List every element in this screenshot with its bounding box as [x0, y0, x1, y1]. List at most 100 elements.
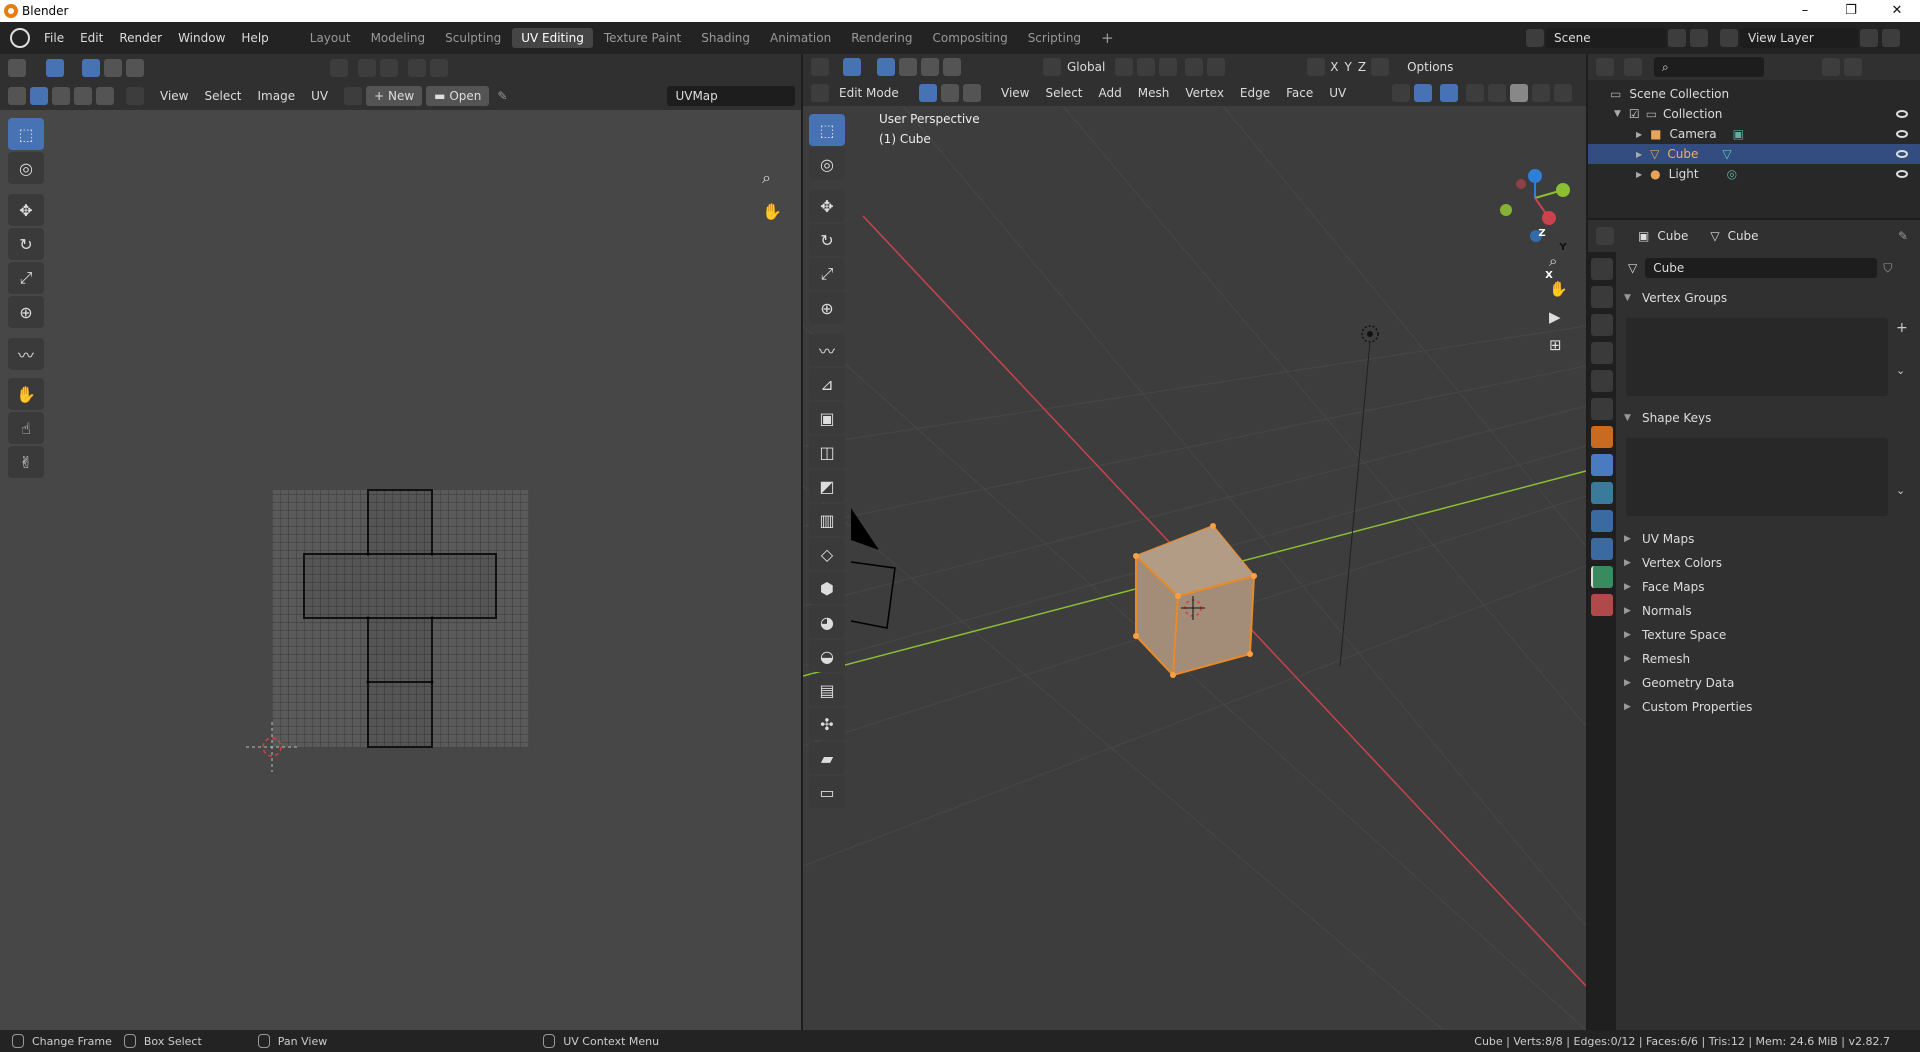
- vp-measure-tool-icon[interactable]: ⊿: [809, 368, 845, 400]
- orientation-icon[interactable]: [1043, 58, 1061, 76]
- expand-icon[interactable]: ▶: [1636, 170, 1642, 179]
- tab-sculpting[interactable]: Sculpting: [436, 28, 510, 48]
- output-tab-icon[interactable]: [1591, 314, 1613, 336]
- vp-poly-build-tool-icon[interactable]: ⬢: [809, 572, 845, 604]
- pivot-icon[interactable]: [1115, 58, 1134, 76]
- material-tab-icon[interactable]: [1591, 594, 1613, 616]
- editor-type-icon[interactable]: [8, 59, 26, 77]
- auto-merge-icon[interactable]: [1371, 58, 1390, 76]
- visibility-eye-icon[interactable]: [1896, 130, 1908, 138]
- select-mode-extend-icon[interactable]: [104, 59, 122, 77]
- viewport-mode-subtract-icon[interactable]: [921, 58, 939, 76]
- vp-menu-select[interactable]: Select: [1037, 86, 1090, 100]
- shading-material-icon[interactable]: [1532, 84, 1551, 102]
- pin-icon[interactable]: ✎: [497, 89, 507, 103]
- vp-menu-view[interactable]: View: [993, 86, 1037, 100]
- panel-vertex-groups[interactable]: ▼ Vertex Groups: [1616, 286, 1920, 310]
- new-view-layer-icon[interactable]: [1860, 29, 1878, 47]
- light-data-icon[interactable]: ◎: [1727, 167, 1737, 181]
- vp-menu-mesh[interactable]: Mesh: [1130, 86, 1178, 100]
- mesh-data-icon[interactable]: ▽: [1722, 147, 1731, 161]
- vp-menu-vertex[interactable]: Vertex: [1177, 86, 1232, 100]
- face-select-icon[interactable]: [74, 87, 92, 105]
- vertex-select-icon[interactable]: [30, 87, 48, 105]
- falloff-icon[interactable]: [430, 59, 448, 77]
- fake-user-shield-icon[interactable]: ⛉: [1883, 261, 1892, 276]
- edge-mode-icon[interactable]: [941, 84, 959, 102]
- uv-select-box-tool-icon[interactable]: ⬚: [8, 118, 44, 150]
- outliner-display-mode-icon[interactable]: [1624, 58, 1642, 76]
- maximize-button[interactable]: ❐: [1828, 0, 1874, 22]
- visibility-icon[interactable]: [1392, 84, 1411, 102]
- xray-icon[interactable]: [1466, 84, 1485, 102]
- panel-remesh[interactable]: ▶ Remesh: [1616, 647, 1920, 671]
- vp-camera-view-icon[interactable]: ▶: [1549, 308, 1561, 326]
- vp-menu-add[interactable]: Add: [1091, 86, 1130, 100]
- panel-shape-keys[interactable]: ▼ Shape Keys: [1616, 406, 1920, 430]
- sticky-select-icon[interactable]: [126, 87, 144, 105]
- viewport-editor-type-icon[interactable]: [811, 58, 829, 76]
- vp-menu-face[interactable]: Face: [1278, 86, 1321, 100]
- vp-shrink-fatten-tool-icon[interactable]: ✣: [809, 708, 845, 740]
- vp-spin-tool-icon[interactable]: ◕: [809, 606, 845, 638]
- tab-modeling[interactable]: Modeling: [362, 28, 435, 48]
- uvmap-field[interactable]: UVMap: [667, 86, 796, 106]
- vp-bevel-tool-icon[interactable]: ◩: [809, 470, 845, 502]
- edge-select-icon[interactable]: [52, 87, 70, 105]
- vp-rotate-tool-icon[interactable]: ↻: [809, 224, 845, 256]
- modifiers-tab-icon[interactable]: [1591, 454, 1613, 476]
- vertex-mode-icon[interactable]: [919, 84, 937, 102]
- outliner-row-cube[interactable]: ▶ ▽ Cube ▽: [1588, 144, 1920, 164]
- orientation-dropdown[interactable]: Global: [1063, 60, 1109, 74]
- vp-inset-tool-icon[interactable]: ◫: [809, 436, 845, 468]
- delete-view-layer-icon[interactable]: [1882, 29, 1900, 47]
- breadcrumb-data[interactable]: Cube: [1720, 229, 1767, 243]
- face-mode-icon[interactable]: [963, 84, 981, 102]
- outliner-search-input[interactable]: ⌕: [1654, 57, 1764, 77]
- cube-object[interactable]: [1133, 523, 1257, 678]
- mesh-data-name-field[interactable]: Cube: [1645, 258, 1878, 278]
- minimize-button[interactable]: –: [1782, 0, 1828, 22]
- outliner-filter-icon[interactable]: [1822, 58, 1840, 76]
- particles-tab-icon[interactable]: [1591, 482, 1613, 504]
- vp-loop-cut-tool-icon[interactable]: ▥: [809, 504, 845, 536]
- outliner-row-light[interactable]: ▶ ● Light ◎: [1588, 164, 1920, 184]
- panel-vertex-colors[interactable]: ▶ Vertex Colors: [1616, 551, 1920, 575]
- render-tab-icon[interactable]: [1591, 286, 1613, 308]
- tab-texture-paint[interactable]: Texture Paint: [595, 28, 690, 48]
- object-tab-icon[interactable]: [1591, 426, 1613, 448]
- camera-object[interactable]: [850, 508, 896, 629]
- vertex-groups-list[interactable]: [1626, 318, 1888, 396]
- gizmo-z-icon[interactable]: [1528, 169, 1542, 183]
- properties-pin-icon[interactable]: ✎: [1898, 229, 1908, 243]
- camera-data-icon[interactable]: ▣: [1733, 127, 1744, 141]
- uv-menu-select[interactable]: Select: [196, 89, 249, 103]
- world-tab-icon[interactable]: [1591, 398, 1613, 420]
- viewport-select-tool-icon[interactable]: [843, 58, 861, 76]
- uv-annotate-tool-icon[interactable]: 〰: [8, 338, 44, 370]
- mirror-x-toggle[interactable]: X: [1327, 60, 1341, 74]
- mirror-z-toggle[interactable]: Z: [1355, 60, 1369, 74]
- add-workspace-button[interactable]: +: [1092, 28, 1123, 48]
- snap-toggle-icon[interactable]: [1137, 58, 1156, 76]
- add-vertex-group-button[interactable]: +: [1896, 320, 1908, 336]
- tab-layout[interactable]: Layout: [301, 28, 360, 48]
- panel-normals[interactable]: ▶ Normals: [1616, 599, 1920, 623]
- view-layer-field[interactable]: View Layer: [1740, 28, 1858, 48]
- uv-rotate-tool-icon[interactable]: ↻: [8, 228, 44, 260]
- uv-scale-tool-icon[interactable]: ⤢: [8, 262, 44, 294]
- menu-file[interactable]: File: [36, 22, 72, 54]
- vp-move-tool-icon[interactable]: ✥: [809, 190, 845, 222]
- vp-transform-tool-icon[interactable]: ⊕: [809, 292, 845, 324]
- mirror-y-toggle[interactable]: Y: [1342, 60, 1355, 74]
- uv-zoom-icon[interactable]: ⌕: [762, 168, 771, 188]
- vp-zoom-icon[interactable]: ⌕: [1549, 252, 1557, 270]
- gizmo-toggle-icon[interactable]: [1414, 84, 1433, 102]
- shading-wireframe-icon[interactable]: [1488, 84, 1507, 102]
- tab-rendering[interactable]: Rendering: [842, 28, 921, 48]
- island-select-icon[interactable]: [96, 87, 114, 105]
- gizmo-y-icon[interactable]: [1556, 183, 1570, 197]
- light-object-icon[interactable]: [1339, 325, 1379, 667]
- scene-field[interactable]: Scene: [1546, 28, 1666, 48]
- outliner-new-collection-icon[interactable]: [1844, 58, 1862, 76]
